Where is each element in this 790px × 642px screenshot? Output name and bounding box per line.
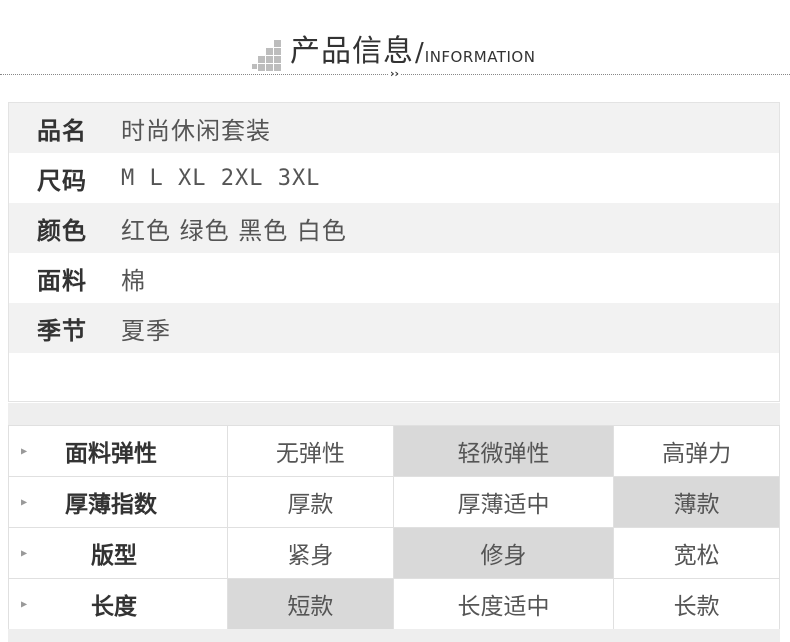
info-value: 时尚休闲套装 <box>121 116 271 145</box>
info-value: M L XL 2XL 3XL <box>121 165 321 191</box>
property-label: 厚薄指数 <box>65 492 157 518</box>
info-label: 季节 <box>37 316 87 345</box>
product-info-box: 品名 时尚休闲套装 尺码 M L XL 2XL 3XL 颜色 红色 绿色 黑色 … <box>8 102 780 402</box>
option-cell-selected: 修身 <box>392 527 615 579</box>
info-row-color: 颜色 红色 绿色 黑色 白色 <box>9 203 779 253</box>
info-label: 颜色 <box>37 216 87 245</box>
option-cell: 无弹性 <box>227 425 394 477</box>
property-table: ▶ 面料弹性 无弹性 轻微弹性 高弹力 ▶ 厚薄指数 厚款 厚薄适中 薄款 ▶ … <box>8 425 780 630</box>
section-header: 产品信息 / INFORMATION ›› <box>0 0 790 90</box>
property-label-cell: ▶ 长度 <box>8 578 228 630</box>
info-label: 品名 <box>37 116 87 145</box>
option-cell-selected: 轻微弹性 <box>392 425 615 477</box>
option-cell-selected: 薄款 <box>613 476 780 528</box>
table-row: ▶ 长度 短款 长度适中 长款 <box>8 578 780 630</box>
info-row-size: 尺码 M L XL 2XL 3XL <box>9 153 779 203</box>
table-row: ▶ 厚薄指数 厚款 厚薄适中 薄款 <box>8 476 780 528</box>
info-row-fabric: 面料 棉 <box>9 253 779 303</box>
table-row: ▶ 面料弹性 无弹性 轻微弹性 高弹力 <box>8 425 780 477</box>
option-cell: 长度适中 <box>392 578 615 630</box>
property-label: 面料弹性 <box>65 441 157 467</box>
option-cell: 厚薄适中 <box>392 476 615 528</box>
info-value: 棉 <box>121 266 146 295</box>
info-row-season: 季节 夏季 <box>9 303 779 353</box>
triangle-right-icon: ▶ <box>21 599 28 609</box>
option-cell: 宽松 <box>613 527 780 579</box>
info-value: 夏季 <box>121 316 171 345</box>
info-value: 红色 绿色 黑色 白色 <box>121 216 347 245</box>
property-label: 长度 <box>91 594 137 620</box>
header-title-group: 产品信息 / INFORMATION <box>252 30 536 71</box>
double-chevron-icon: ›› <box>388 67 402 80</box>
property-label-cell: ▶ 厚薄指数 <box>8 476 228 528</box>
grid-squares-icon <box>252 40 282 71</box>
option-cell-selected: 短款 <box>227 578 394 630</box>
option-cell: 紧身 <box>227 527 394 579</box>
title-slash: / <box>415 38 424 68</box>
table-row: ▶ 版型 紧身 修身 宽松 <box>8 527 780 579</box>
property-label-cell: ▶ 面料弹性 <box>8 425 228 477</box>
title-chinese: 产品信息 <box>290 34 414 69</box>
option-cell: 厚款 <box>227 476 394 528</box>
option-cell: 高弹力 <box>613 425 780 477</box>
info-label: 面料 <box>37 266 87 295</box>
triangle-right-icon: ▶ <box>21 446 28 456</box>
info-label: 尺码 <box>37 166 87 195</box>
property-label: 版型 <box>91 543 137 569</box>
option-cell: 长款 <box>613 578 780 630</box>
triangle-right-icon: ▶ <box>21 548 28 558</box>
triangle-right-icon: ▶ <box>21 497 28 507</box>
property-label-cell: ▶ 版型 <box>8 527 228 579</box>
info-row-name: 品名 时尚休闲套装 <box>9 103 779 153</box>
section-separator <box>8 403 780 425</box>
bottom-strip <box>8 629 780 642</box>
title-english: INFORMATION <box>424 48 536 66</box>
